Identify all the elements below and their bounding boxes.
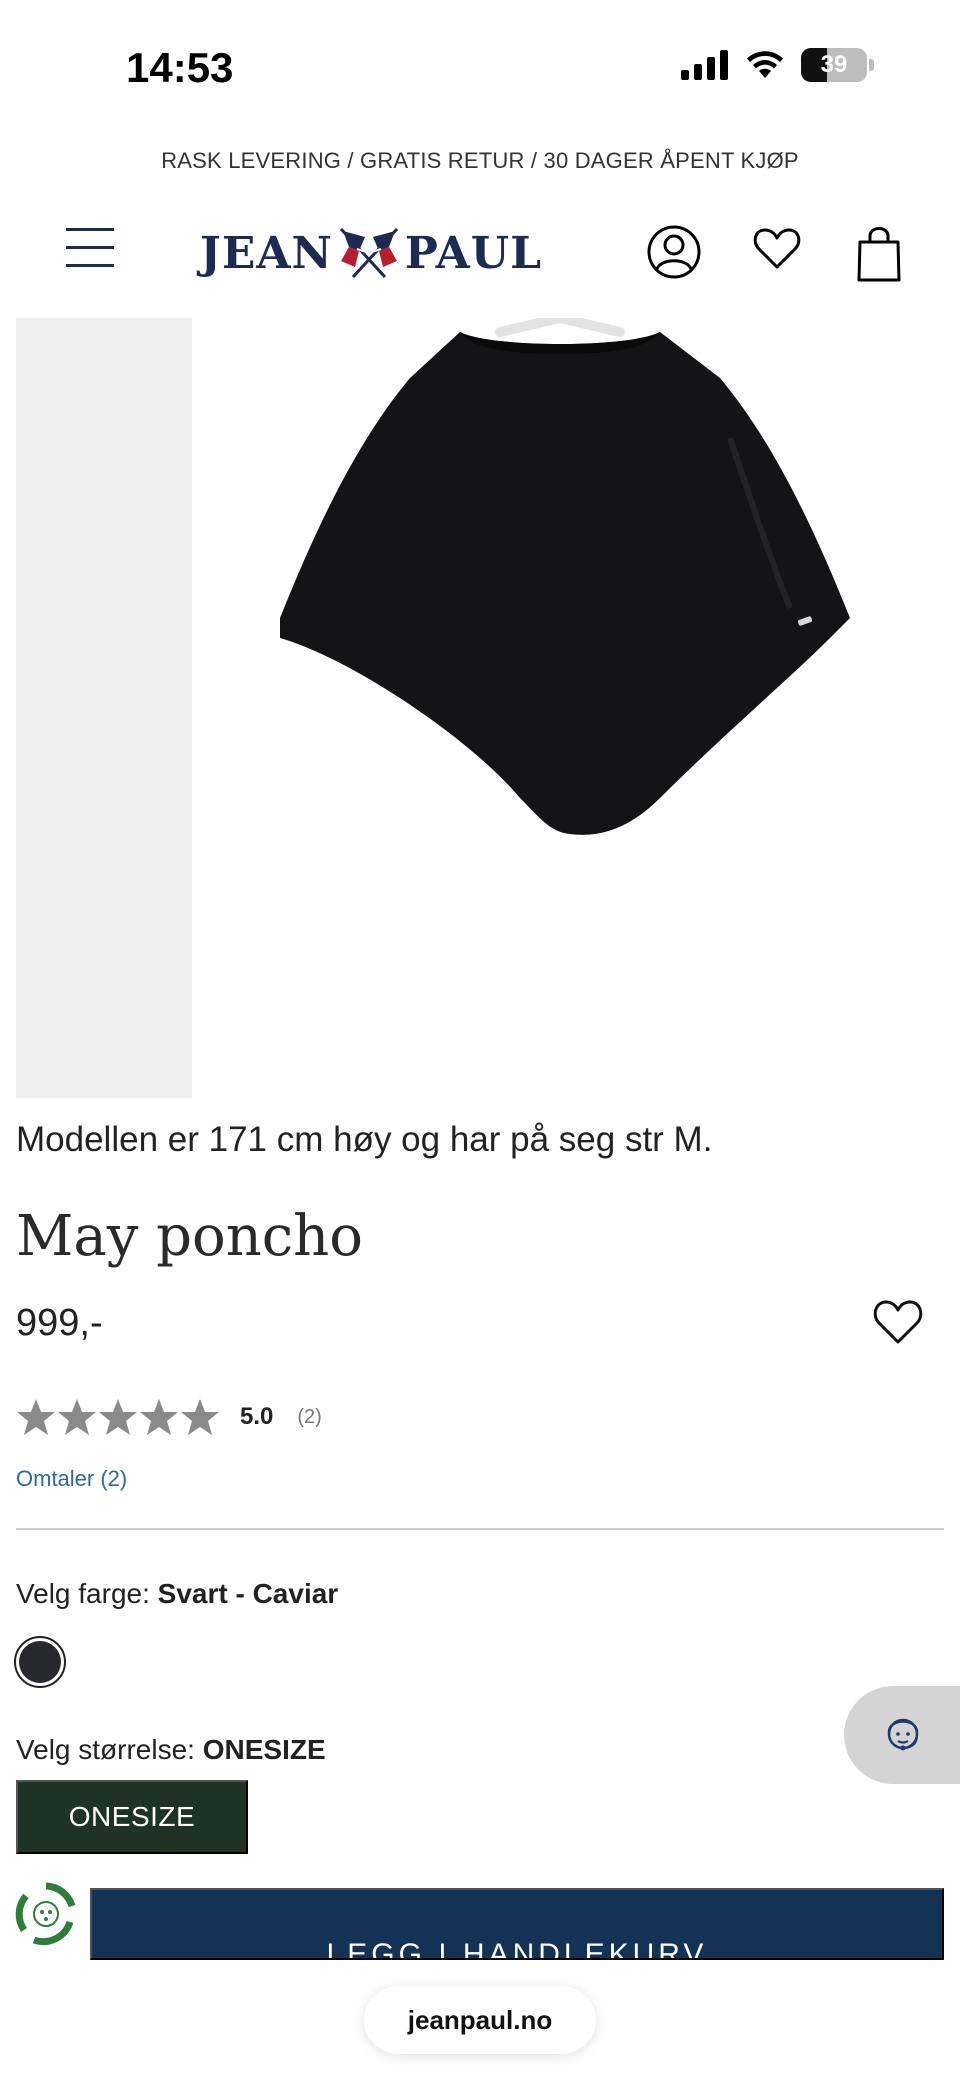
site-header: JEAN PAUL [0,218,960,308]
size-label: Velg størrelse: ONESIZE [16,1734,326,1766]
gallery-thumbnail-strip[interactable] [16,318,192,1098]
recycle-icon [15,1882,76,1946]
rating-score: 5.0 [240,1403,274,1430]
divider [16,1528,944,1530]
heart-icon[interactable] [752,224,802,274]
brand-logo[interactable]: JEAN PAUL [200,222,542,284]
product-price: 999,- [16,1302,103,1344]
color-label: Velg farge: Svart - Caviar [16,1578,338,1610]
status-time: 14:53 [126,44,234,91]
wifi-icon [747,51,783,78]
shopping-bag-icon[interactable] [856,224,902,284]
cellular-signal-icon [681,50,728,80]
menu-icon[interactable] [66,228,114,268]
support-agent-icon [887,1718,919,1751]
rating-count: (2) [297,1405,322,1428]
model-info: Modellen er 171 cm høy og har på seg str… [16,1120,713,1159]
star-icon [140,1399,178,1435]
customer-support-button[interactable] [844,1686,960,1784]
star-icon [17,1399,55,1435]
status-icons: 39 [681,48,874,82]
promo-banner: RASK LEVERING / GRATIS RETUR / 30 DAGER … [161,148,799,173]
selected-color: Svart - Caviar [157,1578,339,1609]
reviews-link[interactable]: Omtaler (2) [16,1466,127,1492]
color-swatch-svart-caviar[interactable] [14,1636,66,1688]
add-to-cart-label: LEGG I HANDLEKURV [326,1938,708,1960]
size-label-text: Velg størrelse: [16,1734,203,1765]
star-icon [181,1399,219,1435]
battery-icon: 39 [801,48,867,82]
product-page: 14:53 39 RASK LEVERING / GRATIS RETUR / … [0,0,960,2086]
size-option-onesize[interactable]: ONESIZE [16,1780,248,1854]
color-label-text: Velg farge: [16,1578,158,1609]
rating-summary[interactable]: 5.0 (2) [16,1398,322,1436]
battery-tip [869,59,874,71]
star-rating [16,1398,220,1436]
star-icon [99,1399,137,1435]
account-icon[interactable] [646,224,702,280]
battery-level: 39 [820,51,848,78]
product-image[interactable] [250,318,870,1018]
star-icon [58,1399,96,1435]
add-to-cart-button[interactable]: LEGG I HANDLEKURV [90,1888,944,1960]
add-to-wishlist-icon[interactable] [872,1298,924,1346]
selected-size: ONESIZE [202,1734,326,1765]
logo-text-right: PAUL [404,227,543,279]
crossed-flags-icon [339,227,398,279]
logo-text-left: JEAN [200,227,333,279]
product-title: May poncho [16,1204,363,1269]
browser-url-bar[interactable]: jeanpaul.no [364,1986,596,2054]
